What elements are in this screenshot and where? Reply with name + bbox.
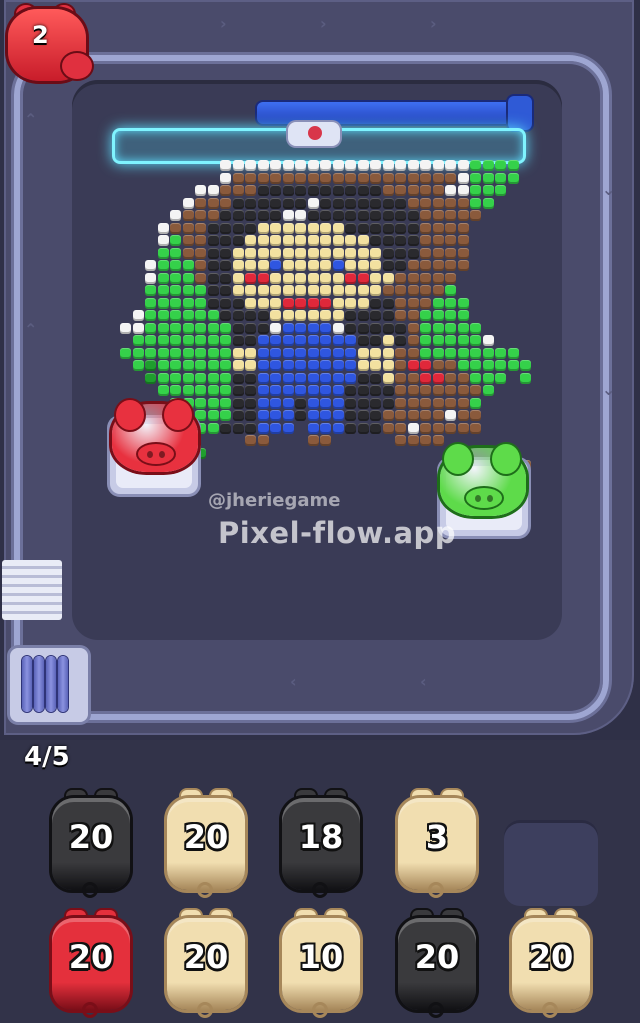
inventory-pig-cream[interactable]: 20 [167,910,245,1018]
inventory-pig-red[interactable]: 20 [52,910,130,1018]
pig-ammo-count: 20 [183,818,229,856]
pig-ammo-count: 20 [183,938,229,976]
pig-snout-icon [62,53,92,79]
inventory-pig-cream[interactable]: 20 [167,790,245,898]
game-board [72,80,562,640]
chevron-right-icon: › [220,14,227,33]
inventory-pig-cream[interactable]: 10 [282,910,360,1018]
pig-tail-icon [82,1002,98,1018]
empty-inventory-slot[interactable] [504,820,598,906]
inventory-pig-black[interactable]: 20 [398,910,476,1018]
chevron-left-icon: ‹ [290,672,297,691]
progress-counter: 4/5 [24,742,70,772]
watermark-site: Pixel-flow.app [218,516,457,550]
chevron-up-icon: ⌃ [24,320,38,339]
pig-tail-icon [428,1002,444,1018]
chevron-right-icon: › [320,14,327,33]
chevron-left-icon: ‹ [420,672,427,691]
tray-stack [2,560,62,620]
pig-ammo-count: 18 [298,818,344,856]
pig-ammo-count: 3 [425,818,449,856]
blue-pixel-bar [257,102,527,124]
pig-ammo-count: 20 [68,938,114,976]
chevron-down-icon: ⌄ [602,180,616,199]
blue-bar-cap [508,96,532,130]
watermark-handle: @jheriegame [208,490,341,511]
pig-tail-icon [312,882,328,898]
pig-tail-icon [542,1002,558,1018]
chevron-up-icon: ⌃ [24,110,38,129]
corner-pig-count: 2 [32,21,49,49]
pig-tail-icon [197,882,213,898]
corner-pig-badge[interactable]: 2 [6,5,92,87]
inventory-pig-black[interactable]: 18 [282,790,360,898]
shooter-turret[interactable] [288,122,340,146]
pig-tail-icon [82,882,98,898]
pig-ammo-count: 10 [298,938,344,976]
green-pig-head[interactable] [440,444,526,516]
inventory-pig-black[interactable]: 20 [52,790,130,898]
inventory-pig-cream[interactable]: 20 [512,910,590,1018]
chevron-down-icon: ⌄ [602,380,616,399]
red-pig-head[interactable] [112,400,198,472]
pig-ammo-count: 20 [68,818,114,856]
pig-tail-icon [312,1002,328,1018]
pig-tail-icon [428,882,444,898]
pig-tail-icon [197,1002,213,1018]
pig-ammo-count: 20 [528,938,574,976]
pig-ammo-count: 20 [414,938,460,976]
roll-holder[interactable] [10,648,88,722]
chevron-right-icon: › [430,14,437,33]
inventory-pig-cream[interactable]: 3 [398,790,476,898]
